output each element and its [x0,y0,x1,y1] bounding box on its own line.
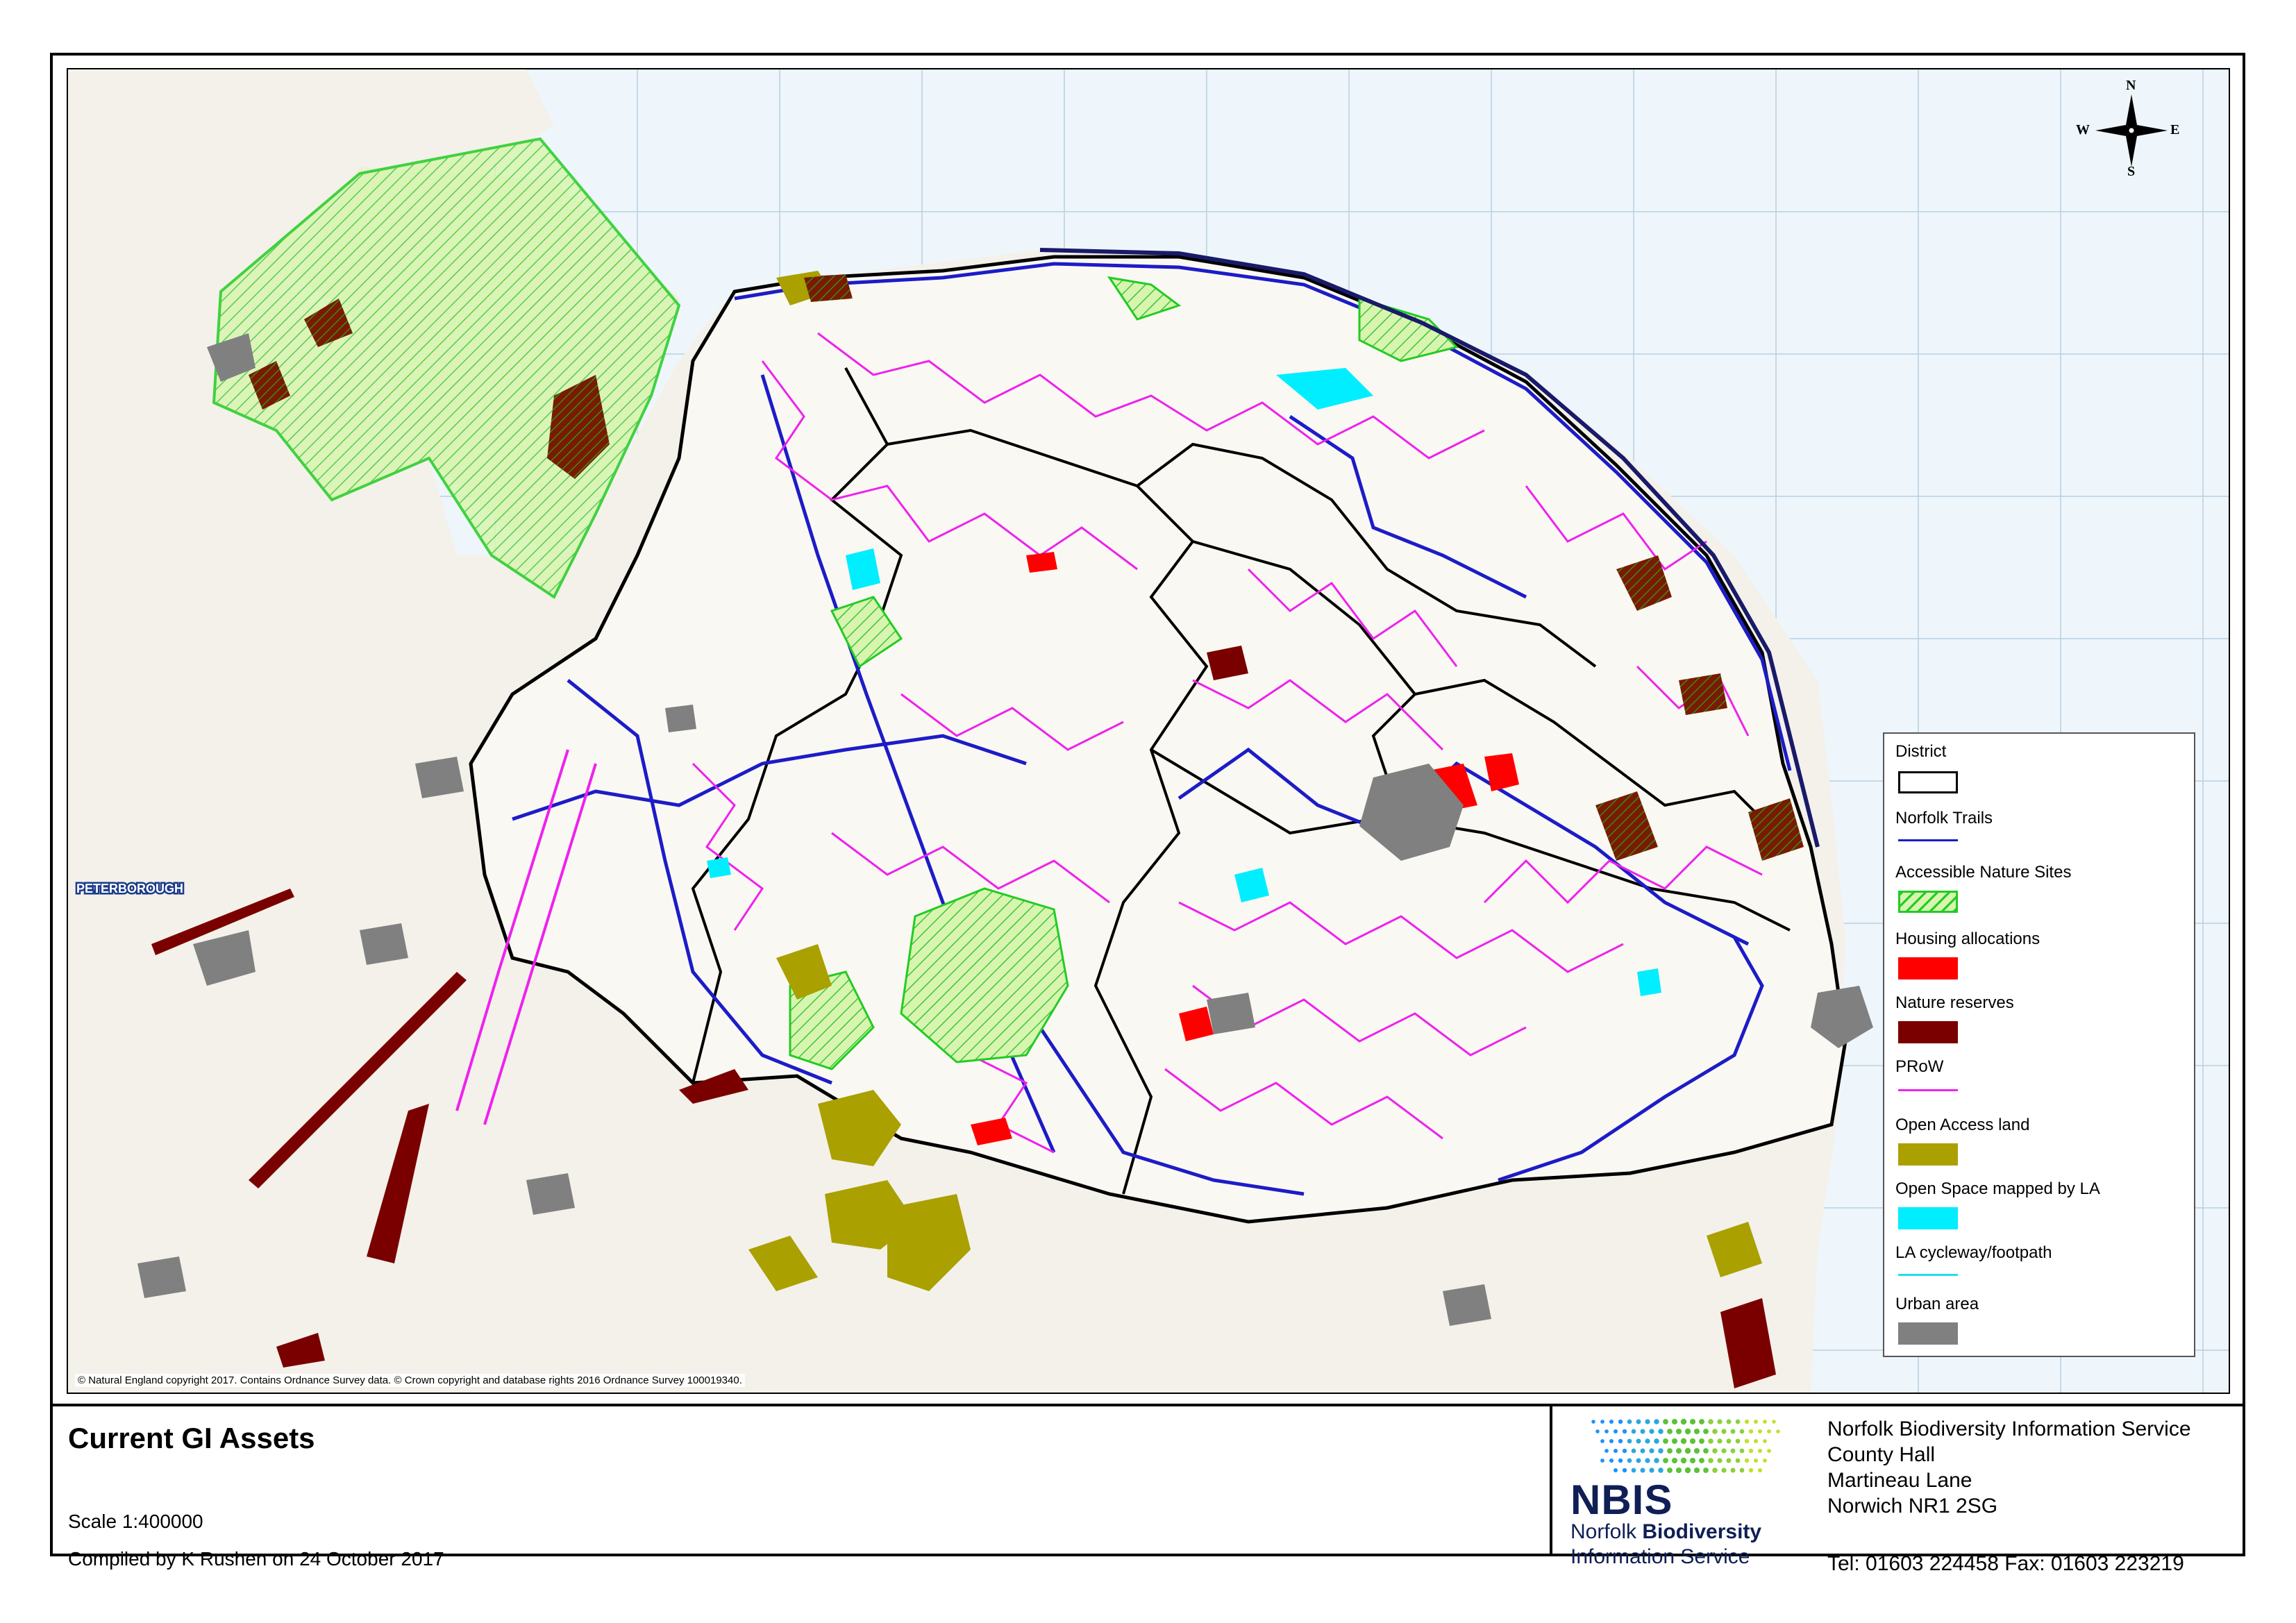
legend-symbol-district [1898,771,1958,793]
legend-symbol-cycleway [1898,1274,1958,1276]
compass-n: N [2126,78,2136,93]
nbis-logo: NBIS Norfolk Biodiversity Information Se… [1570,1416,1800,1568]
nbis-sub1-b: Biodiversity [1642,1520,1762,1543]
place-label-peterborough: PETERBOROUGH [76,882,183,895]
legend-symbol-norfolk-trails [1898,839,1958,841]
legend-label-open-access: Open Access land [1895,1116,2030,1134]
compass-s: S [2127,164,2136,179]
address-line: Martineau Lane [1827,1469,1972,1492]
nbis-sub1-a: Norfolk [1570,1520,1643,1543]
map-canvas[interactable]: PETERBOROUGH N S E W © Natural England c… [67,68,2230,1394]
compiled-by: Compiled by K Rushen on 24 October 2017 [68,1548,444,1570]
legend-label-nature-sites: Accessible Nature Sites [1895,863,2072,882]
legend-symbol-urban [1898,1322,1958,1345]
nbis-logo-text: NBIS [1570,1477,1673,1523]
legend-label-cycleway: LA cycleway/footpath [1895,1243,2052,1262]
compass-w: W [2076,122,2090,137]
organisation-address: Norfolk Biodiversity Information Service… [1827,1416,2191,1519]
legend-label-urban: Urban area [1895,1295,1979,1313]
map-scale: Scale 1:400000 [68,1511,203,1532]
address-line: Norfolk Biodiversity Information Service [1827,1418,2191,1440]
nbis-logo-subtitle-1: Norfolk Biodiversity [1570,1520,1761,1544]
nbis-dot-pattern-icon [1591,1418,1780,1474]
north-arrow: N S E W [2076,78,2180,179]
legend-symbol-nature-reserves [1898,1021,1958,1043]
legend-symbol-prow [1898,1089,1958,1091]
legend-label-prow: PRoW [1895,1057,1944,1076]
legend-label-housing: Housing allocations [1895,930,2041,948]
legend-symbol-housing [1898,957,1958,979]
organisation-contact: Tel: 01603 224458 Fax: 01603 223219 [1827,1552,2184,1575]
legend-label-norfolk-trails: Norfolk Trails [1895,809,1993,827]
copyright-notice: © Natural England copyright 2017. Contai… [75,1374,745,1387]
address-line: County Hall [1827,1443,1936,1466]
legend-symbol-open-access [1898,1143,1958,1166]
legend-symbol-nature-sites [1898,891,1958,913]
title-panel: Current GI Assets Scale 1:400000 Compile… [50,1406,1550,1570]
map-legend: District Norfolk Trails Accessible Natur… [1883,732,2195,1357]
legend-label-district: District [1895,742,1947,761]
address-line: Norwich NR1 2SG [1827,1495,1998,1517]
legend-label-nature-reserves: Nature reserves [1895,993,2014,1012]
legend-symbol-open-space [1898,1207,1958,1229]
legend-label-open-space: Open Space mapped by LA [1895,1179,2100,1198]
map-title: Current GI Assets [68,1422,315,1454]
compass-e: E [2170,122,2180,137]
panel-divider-vertical [1550,1406,1552,1556]
nbis-logo-subtitle-2: Information Service [1570,1545,1750,1568]
